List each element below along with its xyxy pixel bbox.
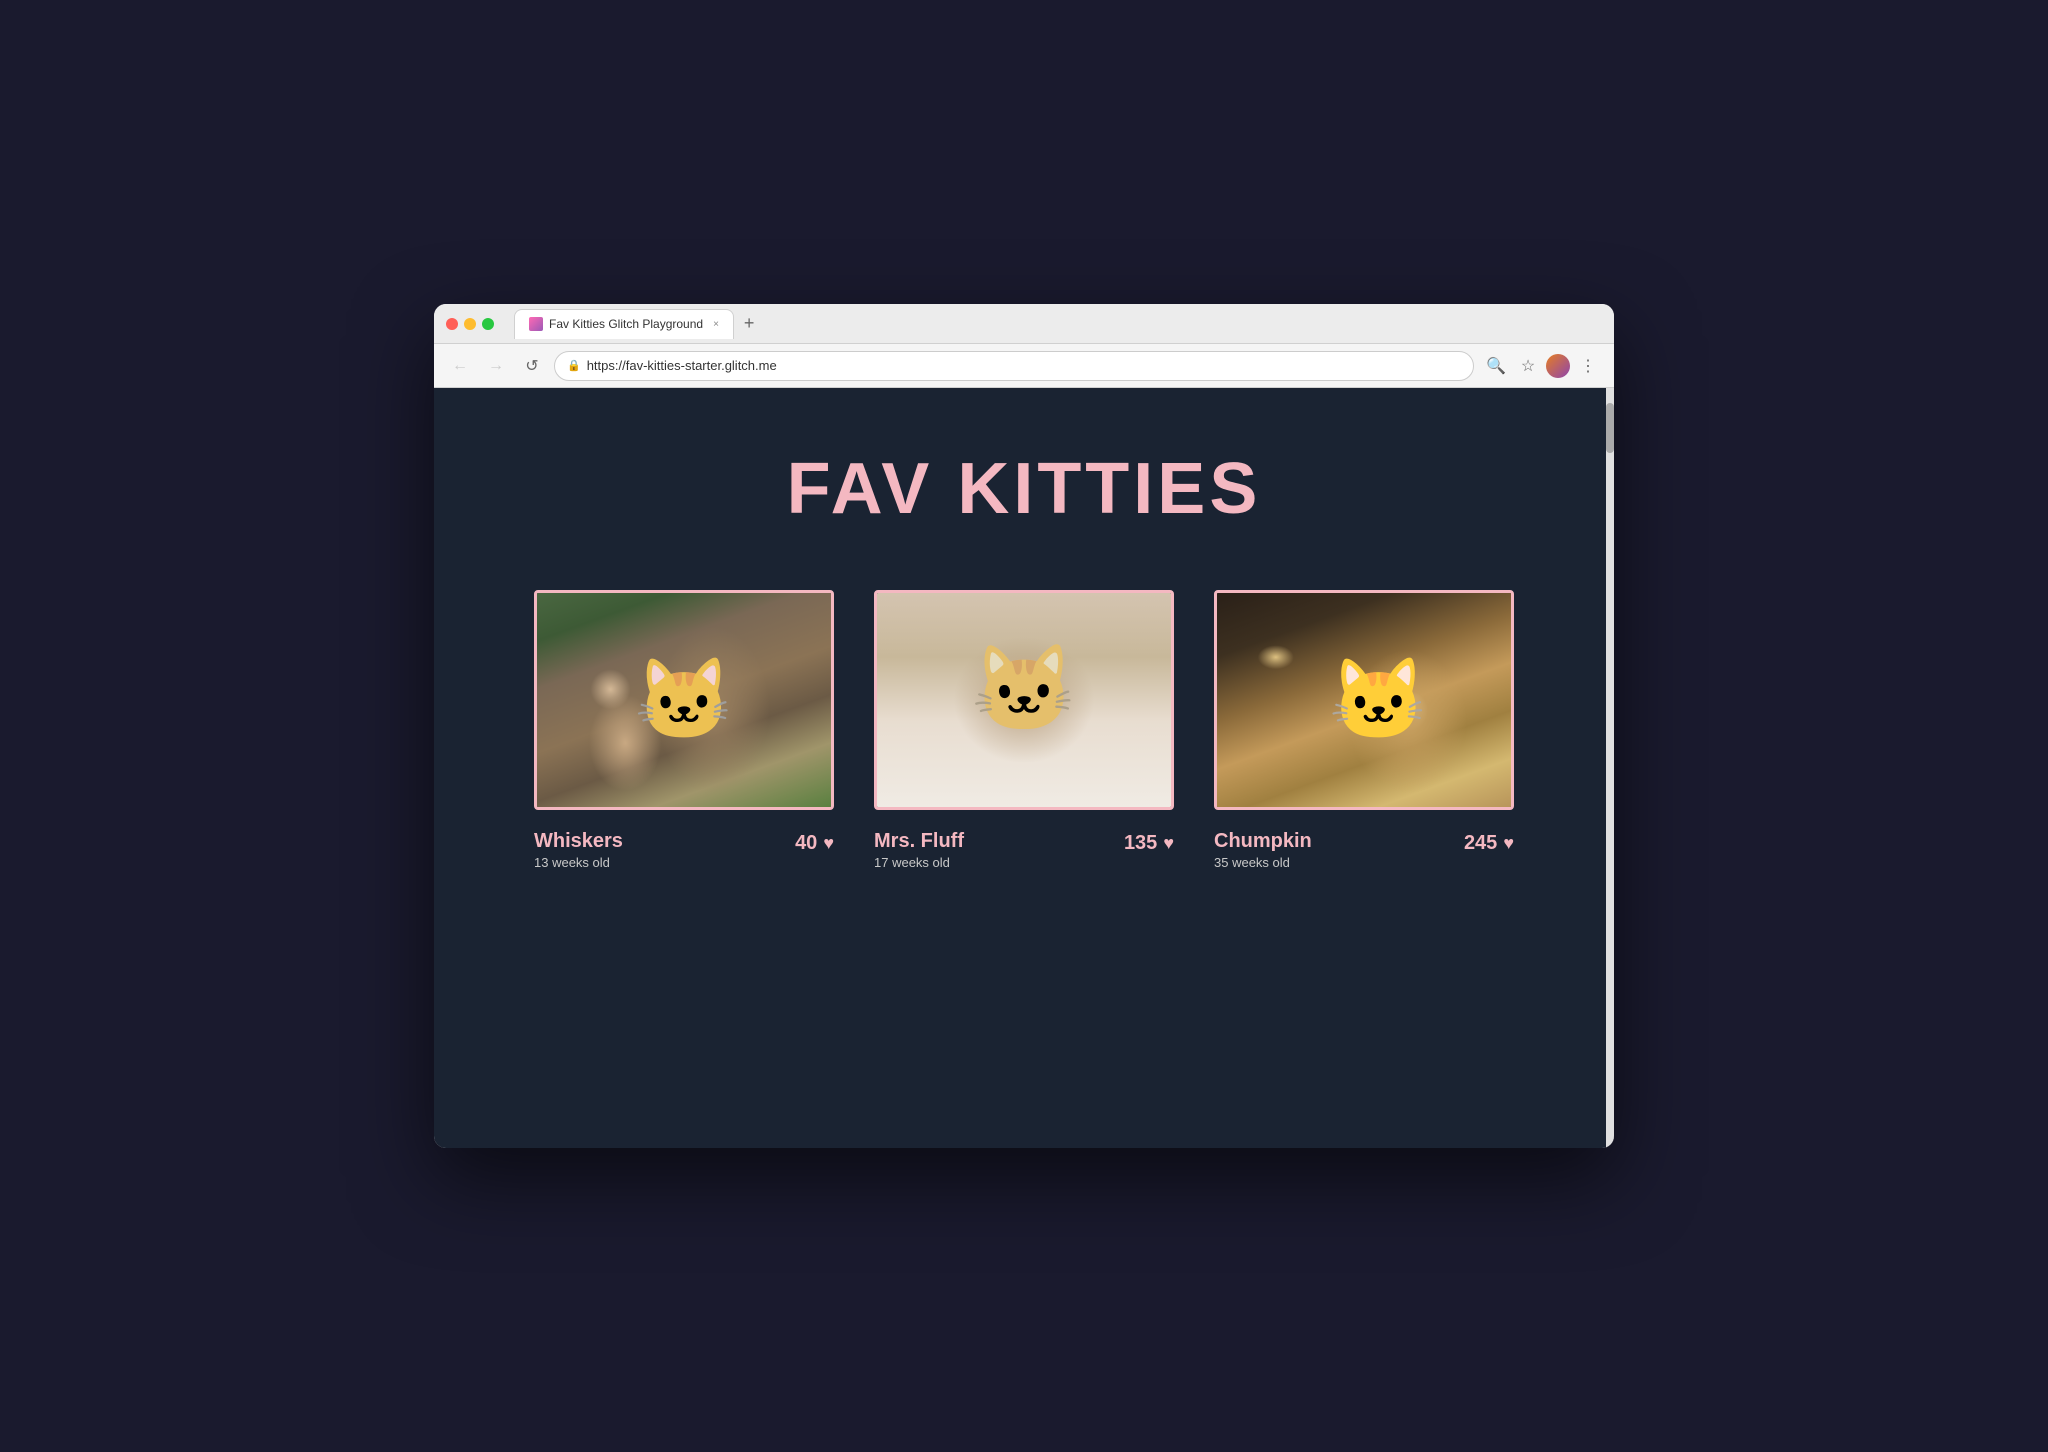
kitty-name-chumpkin: Chumpkin xyxy=(1214,830,1312,853)
kitty-name-block-chumpkin: Chumpkin 35 weeks old xyxy=(1214,830,1312,870)
kitty-info-mrs-fluff: Mrs. Fluff 17 weeks old 135 ♥ xyxy=(874,826,1174,874)
kitty-votes-chumpkin[interactable]: 245 ♥ xyxy=(1464,832,1514,855)
tab-close-button[interactable]: × xyxy=(713,319,719,330)
kitty-age-chumpkin: 35 weeks old xyxy=(1214,855,1312,870)
heart-icon-whiskers: ♥ xyxy=(823,833,834,854)
kitty-info-whiskers: Whiskers 13 weeks old 40 ♥ xyxy=(534,826,834,874)
scrollbar-handle[interactable] xyxy=(1606,403,1614,453)
browser-actions: 🔍 ☆ ⋮ xyxy=(1482,352,1602,380)
heart-icon-chumpkin: ♥ xyxy=(1503,833,1514,854)
title-bar: Fav Kitties Glitch Playground × + xyxy=(434,304,1614,344)
traffic-lights xyxy=(446,318,494,330)
cat-image-mrs-fluff xyxy=(877,593,1171,807)
vote-count-whiskers: 40 xyxy=(795,832,817,855)
scrollbar[interactable] xyxy=(1606,388,1614,1148)
kitty-name-mrs-fluff: Mrs. Fluff xyxy=(874,830,964,853)
lock-icon: 🔒 xyxy=(567,359,581,372)
cat-image-chumpkin xyxy=(1217,593,1511,807)
reload-button[interactable]: ↺ xyxy=(518,352,546,380)
close-button[interactable] xyxy=(446,318,458,330)
active-tab[interactable]: Fav Kitties Glitch Playground × xyxy=(514,309,734,339)
maximize-button[interactable] xyxy=(482,318,494,330)
kitty-card-chumpkin: Chumpkin 35 weeks old 245 ♥ xyxy=(1214,590,1514,874)
avatar[interactable] xyxy=(1546,354,1570,378)
new-tab-button[interactable]: + xyxy=(738,313,761,334)
search-button[interactable]: 🔍 xyxy=(1482,352,1510,380)
kitty-age-whiskers: 13 weeks old xyxy=(534,855,623,870)
tab-title: Fav Kitties Glitch Playground xyxy=(549,317,703,331)
kitty-age-mrs-fluff: 17 weeks old xyxy=(874,855,964,870)
kitty-name-whiskers: Whiskers xyxy=(534,830,623,853)
kitty-image-mrs-fluff[interactable] xyxy=(874,590,1174,810)
cat-image-whiskers xyxy=(537,593,831,807)
bookmark-button[interactable]: ☆ xyxy=(1514,352,1542,380)
page-content: FAV KITTIES Whiskers 13 weeks old 40 xyxy=(434,388,1614,1148)
page-wrapper: FAV KITTIES Whiskers 13 weeks old 40 xyxy=(434,388,1614,1148)
heart-icon-mrs-fluff: ♥ xyxy=(1163,833,1174,854)
tab-bar: Fav Kitties Glitch Playground × + xyxy=(514,309,1602,339)
kitty-name-block-whiskers: Whiskers 13 weeks old xyxy=(534,830,623,870)
more-button[interactable]: ⋮ xyxy=(1574,352,1602,380)
kitty-image-chumpkin[interactable] xyxy=(1214,590,1514,810)
back-button[interactable]: ← xyxy=(446,352,474,380)
page-title: FAV KITTIES xyxy=(787,448,1262,530)
kitty-name-block-mrs-fluff: Mrs. Fluff 17 weeks old xyxy=(874,830,964,870)
address-bar[interactable]: 🔒 https://fav-kitties-starter.glitch.me xyxy=(554,351,1474,381)
kitty-info-chumpkin: Chumpkin 35 weeks old 245 ♥ xyxy=(1214,826,1514,874)
kitty-votes-mrs-fluff[interactable]: 135 ♥ xyxy=(1124,832,1174,855)
forward-button[interactable]: → xyxy=(482,352,510,380)
kitty-card-whiskers: Whiskers 13 weeks old 40 ♥ xyxy=(534,590,834,874)
tab-favicon xyxy=(529,317,543,331)
kitty-card-mrs-fluff: Mrs. Fluff 17 weeks old 135 ♥ xyxy=(874,590,1174,874)
address-bar-row: ← → ↺ 🔒 https://fav-kitties-starter.glit… xyxy=(434,344,1614,388)
kitty-votes-whiskers[interactable]: 40 ♥ xyxy=(795,832,834,855)
url-text: https://fav-kitties-starter.glitch.me xyxy=(587,358,777,373)
minimize-button[interactable] xyxy=(464,318,476,330)
vote-count-mrs-fluff: 135 xyxy=(1124,832,1157,855)
browser-window: Fav Kitties Glitch Playground × + ← → ↺ … xyxy=(434,304,1614,1148)
kitty-image-whiskers[interactable] xyxy=(534,590,834,810)
kitties-grid: Whiskers 13 weeks old 40 ♥ xyxy=(534,590,1514,874)
vote-count-chumpkin: 245 xyxy=(1464,832,1497,855)
